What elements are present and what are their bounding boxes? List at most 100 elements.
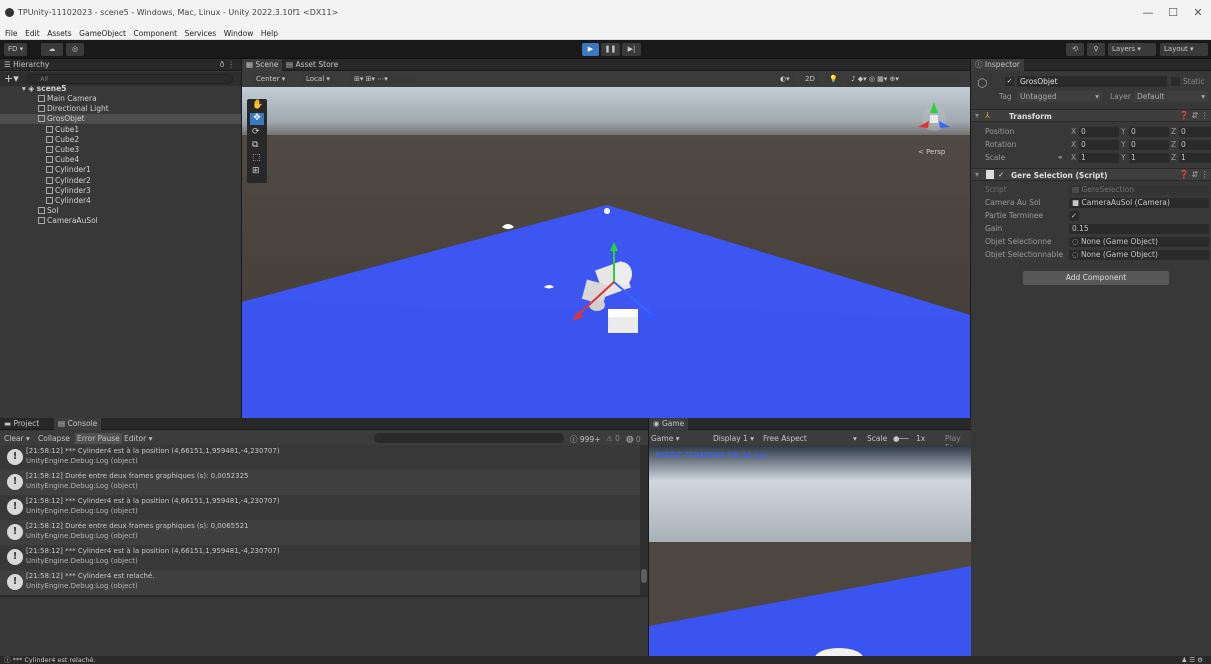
console-log-entry[interactable]: ! [21:58:12] *** Cylinder4 est à la posit… (0, 545, 640, 570)
tab-hierarchy[interactable]: ☰ Hierarchy (0, 59, 53, 71)
hierarchy-item[interactable]: Sol (0, 206, 241, 216)
layers-dropdown[interactable]: Layers ▾ (1108, 43, 1156, 56)
hierarchy-item[interactable]: Cylinder4 (0, 196, 241, 206)
tab-asset-store[interactable]: ▤ Asset Store (282, 59, 342, 71)
script-menu-icon[interactable]: ❓ ⇵ ⋮ (1179, 170, 1209, 179)
display-dropdown[interactable]: Display 1 ▾ (713, 434, 754, 443)
hierarchy-search-input[interactable]: All (27, 74, 233, 84)
light-icon[interactable]: 💡 (825, 73, 842, 85)
console-log-entry[interactable]: ! [21:58:12] *** Cylinder4 est relaché. Un… (0, 570, 640, 595)
editor-dropdown[interactable]: Editor ▾ (124, 434, 152, 443)
scale-slider[interactable]: ●── (893, 434, 909, 443)
menu-services[interactable]: Services (185, 28, 217, 39)
hand-tool-icon[interactable]: ✋ (252, 100, 263, 110)
hierarchy-item[interactable]: CameraAuSol (0, 216, 241, 226)
tab-scene[interactable]: ▦ Scene (242, 59, 283, 71)
aspect-dropdown[interactable]: Free Aspect (763, 434, 807, 443)
scene-viewport[interactable]: < Persp ✋ ✥ ⟳ ⧉ ⬚ ⊞ (242, 87, 970, 418)
tab-console[interactable]: ▤ Console (54, 418, 102, 430)
lock-icon[interactable]: ð ⋮ (220, 60, 235, 69)
tag-dropdown[interactable]: Untagged ▾ (1017, 91, 1102, 102)
minimize-button[interactable]: — (1138, 6, 1158, 19)
partie-checkbox[interactable]: ✓ (1069, 211, 1079, 221)
objselable-field[interactable]: ◌ None (Game Object) (1069, 250, 1209, 260)
menu-component[interactable]: Component (133, 28, 177, 39)
pivot-dropdown[interactable]: Center ▾ (252, 73, 290, 85)
tab-game[interactable]: ◉ Game (649, 418, 689, 430)
transform-header[interactable]: ▾ ⅄ Transform ❓ ⇵ ⋮ (971, 109, 1211, 122)
collab-icon[interactable]: ◎ (66, 43, 84, 56)
search-icon[interactable]: ⚲ (1087, 43, 1105, 56)
hierarchy-item[interactable]: Cube1 (0, 125, 241, 135)
warning-count[interactable]: ⚠ 0 (606, 434, 620, 443)
log-count[interactable]: ⓘ 999+ (570, 434, 601, 445)
move-tool-icon[interactable]: ✥ (250, 113, 264, 125)
history-icon[interactable]: ⟲ (1066, 43, 1084, 56)
hierarchy-item[interactable]: Cube3 (0, 145, 241, 155)
objsel-field[interactable]: ◌ None (Game Object) (1069, 237, 1209, 247)
error-pause-button[interactable]: Error Pause (75, 433, 122, 444)
console-log-entry[interactable]: ! [21:58:12] *** Cylinder4 est à la posit… (0, 495, 640, 520)
layer-dropdown[interactable]: Default ▾ (1134, 91, 1208, 102)
console-log-entry[interactable]: ! [21:58:12] *** Cylinder4 est à la posit… (0, 445, 640, 470)
cloud-icon[interactable]: ☁ (41, 43, 63, 56)
rotation-y-field[interactable]: 0 (1129, 140, 1169, 150)
script-enabled-checkbox[interactable]: ✓ (998, 170, 1004, 179)
script-header[interactable]: ▾ ✓ Gere Selection (Script) ❓ ⇵ ⋮ (971, 168, 1211, 181)
transform-tool-icon[interactable]: ⊞ (252, 166, 260, 176)
scale-x-field[interactable]: 1 (1079, 153, 1119, 163)
rotation-x-field[interactable]: 0 (1079, 140, 1119, 150)
rect-tool-icon[interactable]: ⬚ (252, 153, 261, 163)
menu-file[interactable]: File (5, 28, 18, 39)
hierarchy-item[interactable]: Main Camera (0, 94, 241, 104)
menu-window[interactable]: Window (224, 28, 254, 39)
hierarchy-item[interactable]: Cylinder2 (0, 176, 241, 186)
clear-button[interactable]: Clear ▾ (4, 434, 30, 443)
console-scrollbar[interactable] (640, 445, 648, 595)
position-x-field[interactable]: 0 (1079, 127, 1119, 137)
scale-link-icon[interactable]: ⚭ (1057, 152, 1063, 164)
account-button[interactable]: FD ▾ (4, 43, 28, 56)
camera-field[interactable]: ■ CameraAuSol (Camera) (1069, 198, 1209, 208)
game-mode-dropdown[interactable]: Game ▾ (651, 434, 679, 443)
scale-z-field[interactable]: 1 (1179, 153, 1211, 163)
component-menu-icon[interactable]: ❓ ⇵ ⋮ (1179, 111, 1209, 120)
rotate-tool-icon[interactable]: ⟳ (252, 127, 260, 137)
menu-help[interactable]: Help (261, 28, 278, 39)
add-component-button[interactable]: Add Component (1023, 271, 1169, 285)
space-dropdown[interactable]: Local ▾ (302, 73, 334, 85)
menu-assets[interactable]: Assets (47, 28, 71, 39)
object-name-field[interactable]: GrosObjet (1017, 76, 1167, 87)
collapse-button[interactable]: Collapse (38, 434, 70, 443)
shading-icon[interactable]: ◐▾ (776, 73, 794, 85)
aspect-arrow-icon[interactable]: ▾ (853, 434, 857, 443)
layout-dropdown[interactable]: Layout ▾ (1160, 43, 1208, 56)
hierarchy-item[interactable]: Cylinder3 (0, 186, 241, 196)
scene-view-options-icon[interactable]: ♪ ◆▾ ◎ ▦▾ ⊕▾ (847, 73, 961, 85)
scale-tool-icon[interactable]: ⧉ (252, 140, 258, 150)
position-y-field[interactable]: 0 (1129, 127, 1169, 137)
pause-button[interactable]: ❚❚ (601, 43, 620, 56)
tab-inspector[interactable]: ⓘ Inspector (971, 59, 1024, 71)
scene-root[interactable]: ▾ ◈ scene5 (0, 84, 241, 94)
console-search-input[interactable] (374, 433, 564, 443)
rotation-z-field[interactable]: 0 (1179, 140, 1211, 150)
hierarchy-item[interactable]: Cube4 (0, 155, 241, 165)
status-message[interactable]: *** Cylinder4 est relaché. (13, 656, 96, 664)
console-log-entry[interactable]: ! [21:58:12] Durée entre deux frames grap… (0, 520, 640, 545)
hierarchy-item[interactable]: Cube2 (0, 135, 241, 145)
tab-project[interactable]: ▬ Project (0, 418, 43, 430)
close-button[interactable]: ✕ (1188, 6, 1208, 19)
hierarchy-item[interactable]: GrosObjet (0, 114, 241, 125)
console-log-entry[interactable]: ! [21:58:12] Durée entre deux frames grap… (0, 470, 640, 495)
game-viewport[interactable]: PARTIE TERMINEE EN 26 sec (649, 446, 971, 656)
snap-icon[interactable]: ⊞▾ ⊞▾ ⋯▾ (350, 73, 416, 85)
position-z-field[interactable]: 0 (1179, 127, 1211, 137)
static-checkbox[interactable] (1171, 77, 1180, 86)
scale-y-field[interactable]: 1 (1129, 153, 1169, 163)
hierarchy-item[interactable]: Directional Light (0, 104, 241, 114)
error-count[interactable]: ⓿ 0 (626, 434, 641, 445)
play-button[interactable]: ▶ (582, 43, 599, 56)
maximize-button[interactable]: ☐ (1163, 6, 1183, 19)
toggle-2d-button[interactable]: 2D (801, 73, 819, 85)
